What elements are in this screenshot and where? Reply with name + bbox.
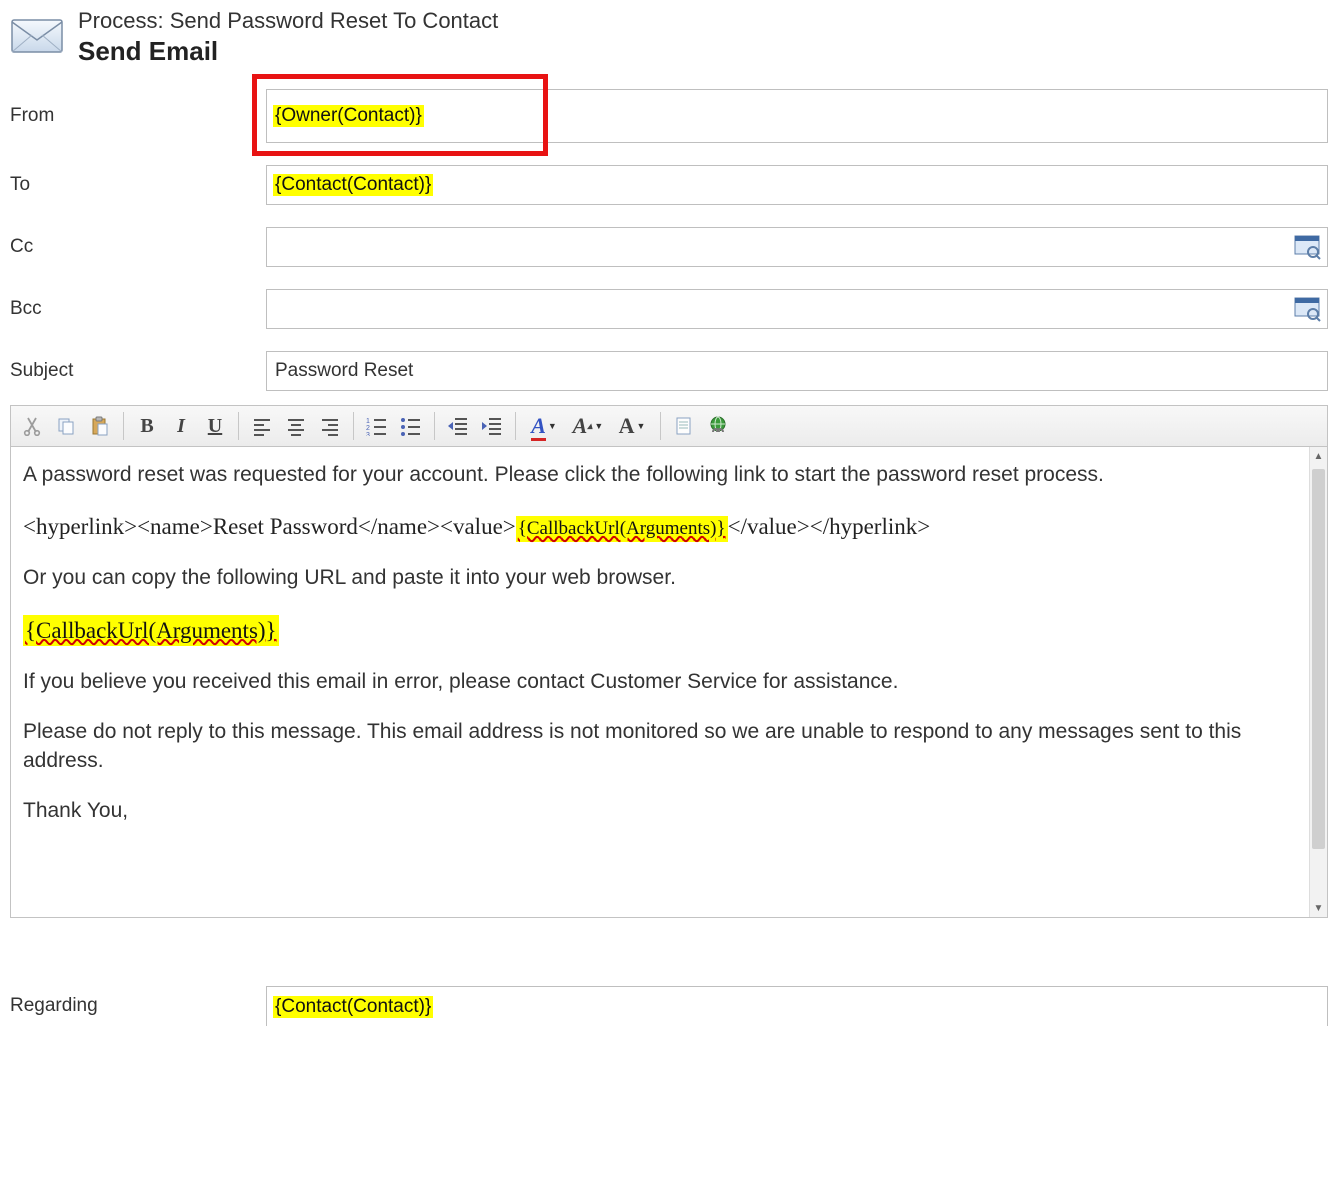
regarding-input[interactable]: {Contact(Contact)} bbox=[266, 986, 1328, 1026]
subject-input[interactable] bbox=[266, 351, 1328, 391]
toolbar-separator bbox=[515, 412, 516, 440]
toolbar-separator bbox=[434, 412, 435, 440]
align-center-button[interactable] bbox=[279, 409, 313, 443]
toolbar-separator bbox=[123, 412, 124, 440]
callback-url-token[interactable]: {CallbackUrl(Arguments)} bbox=[23, 615, 279, 646]
bcc-lookup-button[interactable] bbox=[1289, 292, 1325, 326]
toolbar-separator bbox=[660, 412, 661, 440]
toolbar-separator bbox=[238, 412, 239, 440]
cut-button[interactable] bbox=[15, 409, 49, 443]
email-body-editor[interactable]: A password reset was requested for your … bbox=[11, 447, 1309, 917]
editor-container: A password reset was requested for your … bbox=[10, 447, 1328, 918]
page-title: Send Email bbox=[78, 36, 498, 67]
process-label: Process: Send Password Reset To Contact bbox=[78, 8, 498, 34]
font-color-button[interactable]: A▼ bbox=[522, 409, 566, 443]
numbered-list-button[interactable]: 123 bbox=[360, 409, 394, 443]
cc-row: Cc bbox=[4, 223, 1334, 271]
svg-text:2: 2 bbox=[366, 425, 370, 432]
align-right-button[interactable] bbox=[313, 409, 347, 443]
indent-button[interactable] bbox=[475, 409, 509, 443]
from-token[interactable]: {Owner(Contact)} bbox=[273, 105, 424, 127]
chevron-down-icon: ▼ bbox=[636, 421, 645, 431]
editor-scrollbar[interactable]: ▲ ▼ bbox=[1309, 447, 1327, 917]
body-text: Thank You, bbox=[23, 797, 1297, 825]
page-header: Process: Send Password Reset To Contact … bbox=[4, 4, 1334, 85]
bold-button[interactable]: B bbox=[130, 409, 164, 443]
body-text: <hyperlink><name>Reset Password</name><v… bbox=[23, 511, 1297, 542]
body-text: A password reset was requested for your … bbox=[23, 461, 1297, 489]
copy-button[interactable] bbox=[49, 409, 83, 443]
font-size-button[interactable]: A▴▼ bbox=[566, 409, 610, 443]
toolbar-separator bbox=[353, 412, 354, 440]
scroll-up-button[interactable]: ▲ bbox=[1310, 447, 1327, 465]
to-token[interactable]: {Contact(Contact)} bbox=[273, 174, 433, 196]
body-text: {CallbackUrl(Arguments)} bbox=[23, 615, 1297, 646]
from-label: From bbox=[10, 105, 266, 127]
bcc-row: Bcc bbox=[4, 285, 1334, 333]
regarding-token[interactable]: {Contact(Contact)} bbox=[273, 996, 433, 1018]
italic-button[interactable]: I bbox=[164, 409, 198, 443]
cc-label: Cc bbox=[10, 236, 266, 258]
cc-lookup-button[interactable] bbox=[1289, 230, 1325, 264]
body-text: Or you can copy the following URL and pa… bbox=[23, 564, 1297, 592]
to-input[interactable]: {Contact(Contact)} bbox=[266, 165, 1328, 205]
to-label: To bbox=[10, 174, 266, 196]
regarding-label: Regarding bbox=[10, 995, 266, 1017]
from-row: From {Owner(Contact)} bbox=[4, 85, 1334, 147]
scroll-down-button[interactable]: ▼ bbox=[1310, 899, 1327, 917]
bulleted-list-button[interactable] bbox=[394, 409, 428, 443]
bcc-label: Bcc bbox=[10, 298, 266, 320]
insert-item-button[interactable] bbox=[667, 409, 701, 443]
editor-toolbar: B I U 123 A▼ A▴▼ A▼ bbox=[10, 405, 1328, 447]
svg-text:1: 1 bbox=[366, 418, 370, 425]
body-text: If you believe you received this email i… bbox=[23, 668, 1297, 696]
to-row: To {Contact(Contact)} bbox=[4, 161, 1334, 209]
mail-icon bbox=[10, 10, 64, 58]
regarding-row: Regarding {Contact(Contact)} bbox=[4, 982, 1334, 1030]
bcc-input[interactable] bbox=[266, 289, 1328, 329]
chevron-down-icon: ▼ bbox=[548, 421, 557, 431]
scroll-thumb[interactable] bbox=[1312, 469, 1325, 849]
from-input[interactable]: {Owner(Contact)} bbox=[266, 89, 1328, 143]
align-left-button[interactable] bbox=[245, 409, 279, 443]
insert-hyperlink-button[interactable] bbox=[701, 409, 735, 443]
subject-label: Subject bbox=[10, 360, 266, 382]
font-face-button[interactable]: A▼ bbox=[610, 409, 654, 443]
callback-url-token[interactable]: {CallbackUrl(Arguments)} bbox=[516, 516, 728, 542]
svg-text:3: 3 bbox=[366, 432, 370, 436]
underline-button[interactable]: U bbox=[198, 409, 232, 443]
body-text: Please do not reply to this message. Thi… bbox=[23, 718, 1297, 775]
subject-row: Subject bbox=[4, 347, 1334, 395]
chevron-down-icon: ▼ bbox=[594, 421, 603, 431]
paste-button[interactable] bbox=[83, 409, 117, 443]
cc-input[interactable] bbox=[266, 227, 1328, 267]
outdent-button[interactable] bbox=[441, 409, 475, 443]
